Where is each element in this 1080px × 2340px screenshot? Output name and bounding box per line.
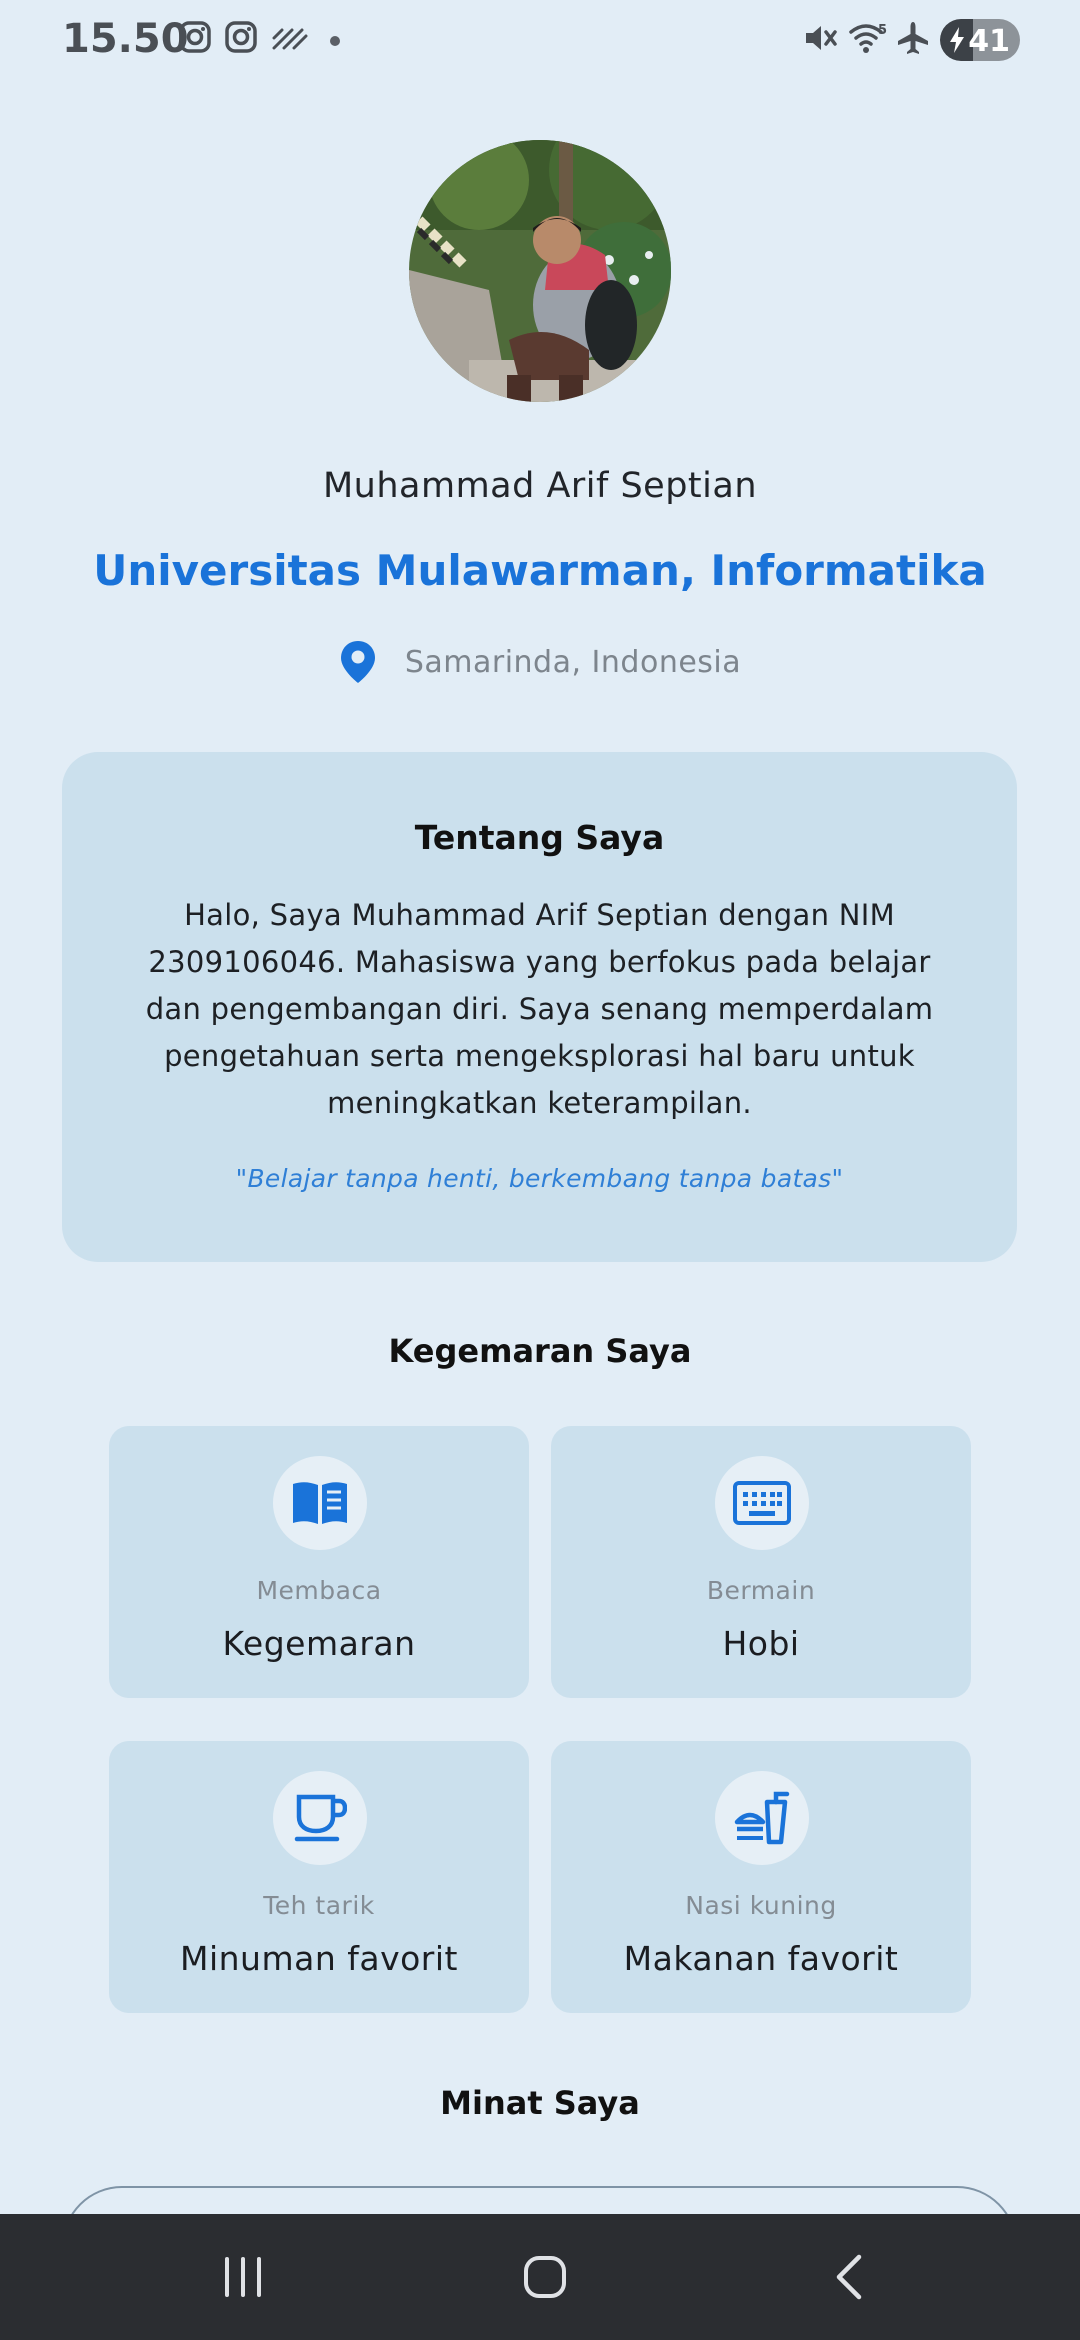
interests-title: Minat Saya [440, 2084, 640, 2122]
airplane-icon [898, 22, 928, 54]
status-time: 15.50 [62, 16, 189, 62]
book-icon [293, 1482, 347, 1524]
keyboard-icon [733, 1481, 791, 1525]
home-button[interactable] [505, 2244, 585, 2310]
location-pin-icon [340, 641, 375, 683]
mute-icon [806, 26, 837, 50]
about-text: Halo, Saya Muhammad Arif Septian dengan … [145, 898, 934, 1120]
hobby-label: Makanan favorit [623, 1939, 899, 1978]
notification-dot-icon [330, 36, 340, 46]
hobby-value: Bermain [706, 1576, 816, 1605]
about-title: Tentang Saya [414, 818, 665, 857]
hobby-card-gaming[interactable]: Bermain Hobi [551, 1426, 971, 1698]
hobby-value: Teh tarik [263, 1891, 375, 1920]
avatar [409, 140, 671, 402]
hobby-value: Nasi kuning [685, 1891, 837, 1920]
food-icon [734, 1791, 790, 1845]
recent-apps-button[interactable] [203, 2244, 283, 2310]
hobby-card-reading[interactable]: Membaca Kegemaran [109, 1426, 529, 1698]
battery-level: 41 [968, 24, 1010, 59]
battery-charging-icon [950, 27, 964, 53]
university-major: Universitas Mulawarman, Informatika [93, 546, 987, 595]
about-quote: "Belajar tanpa henti, berkembang tanpa b… [235, 1164, 844, 1193]
profile-name: Muhammad Arif Septian [322, 466, 758, 506]
wifi-icon: 5 [849, 23, 887, 53]
hobbies-title: Kegemaran Saya [388, 1332, 692, 1370]
signal-pattern-icon [272, 28, 308, 50]
location-text: Samarinda, Indonesia [404, 644, 742, 680]
about-card: Tentang Saya Halo, Saya Muhammad Arif Se… [62, 752, 1017, 1262]
hobby-label: Hobi [722, 1624, 800, 1663]
back-icon [836, 2254, 862, 2300]
location-row: Samarinda, Indonesia [0, 636, 1080, 688]
status-bar: 15.50 5 41 [0, 0, 1080, 80]
hobby-card-food[interactable]: Nasi kuning Makanan favorit [551, 1741, 971, 2013]
hobby-label: Minuman favorit [180, 1939, 458, 1978]
hobby-label: Kegemaran [222, 1624, 416, 1663]
navigation-bar [0, 2214, 1080, 2340]
battery-indicator: 41 [940, 19, 1020, 61]
instagram-icon [179, 21, 211, 53]
hobby-card-drink[interactable]: Teh tarik Minuman favorit [109, 1741, 529, 2013]
recent-apps-icon [225, 2257, 261, 2297]
home-icon [524, 2256, 566, 2298]
svg-text:5: 5 [878, 23, 887, 38]
back-button[interactable] [808, 2244, 888, 2310]
cup-icon [294, 1794, 347, 1842]
instagram-icon [225, 21, 257, 53]
hobby-value: Membaca [256, 1576, 382, 1605]
